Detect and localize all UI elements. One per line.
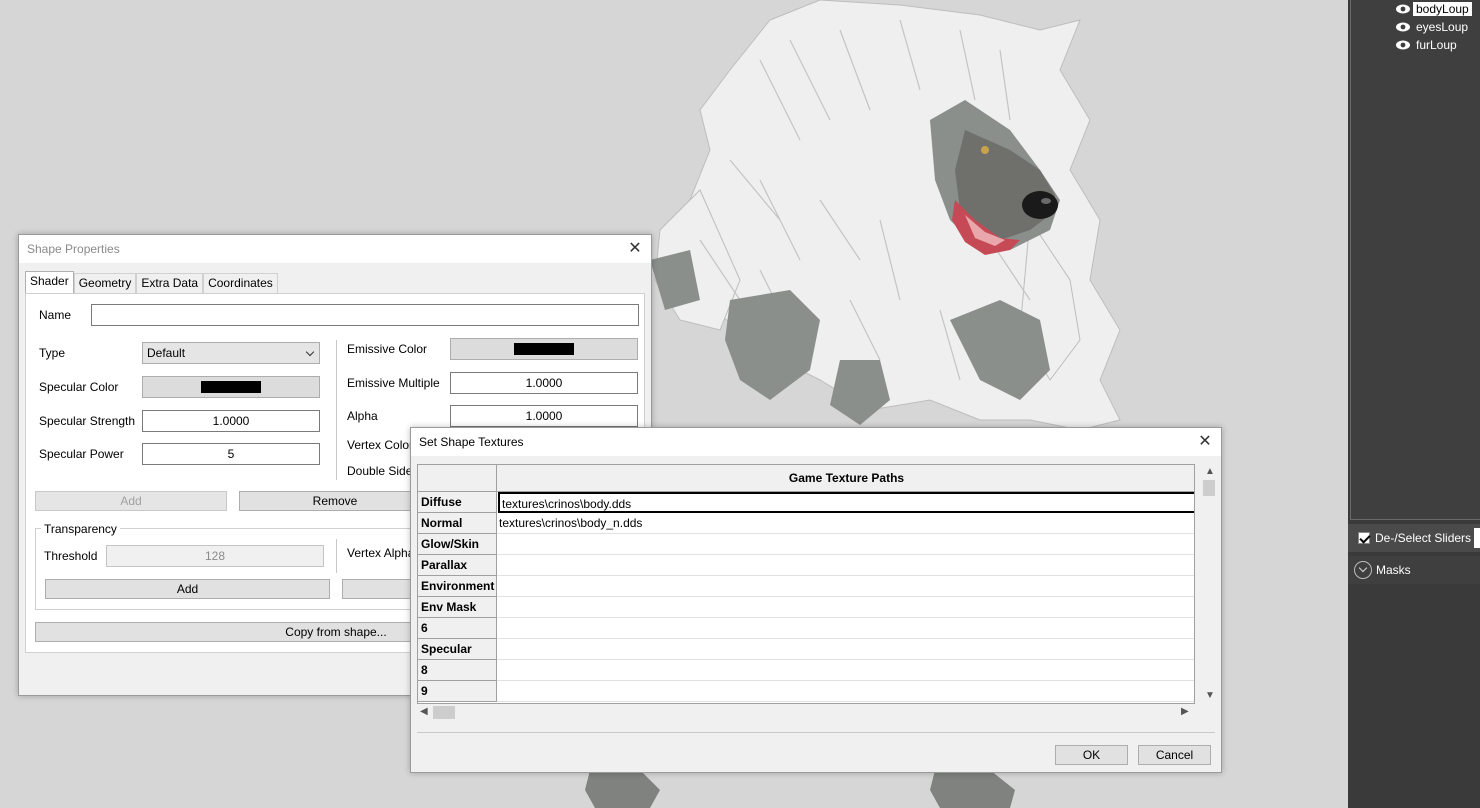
- row-label-9[interactable]: 9: [418, 681, 497, 702]
- type-label: Type: [39, 346, 66, 360]
- scrollbar-thumb[interactable]: [1203, 480, 1215, 496]
- name-input[interactable]: [91, 304, 639, 326]
- close-icon[interactable]: ✕: [625, 239, 645, 259]
- eye-icon[interactable]: [1395, 21, 1411, 33]
- right-side-panel: bodyLoup eyesLoup furLoup De-/Select Sli…: [1348, 0, 1480, 808]
- row-label-normal[interactable]: Normal: [418, 513, 497, 534]
- chevron-down-icon: [305, 347, 315, 357]
- masks-section[interactable]: Masks: [1348, 556, 1480, 584]
- shape-properties-tabs: Shader Geometry Extra Data Coordinates: [25, 271, 278, 293]
- tab-geometry[interactable]: Geometry: [73, 273, 137, 293]
- row-label-8[interactable]: 8: [418, 660, 497, 681]
- dialog-title: Shape Properties: [27, 242, 120, 256]
- dialog-title: Set Shape Textures: [419, 435, 524, 449]
- chevron-down-icon[interactable]: [1354, 561, 1372, 579]
- scroll-up-icon[interactable]: ▲: [1205, 466, 1215, 477]
- specular-color-button[interactable]: [142, 376, 320, 398]
- specular-strength-label: Specular Strength: [39, 414, 136, 428]
- scroll-right-icon[interactable]: ▶: [1181, 706, 1189, 717]
- tree-item-label: eyesLoup: [1416, 19, 1469, 34]
- row-label-env-mask[interactable]: Env Mask: [418, 597, 497, 618]
- texture-cell-glow-skin[interactable]: [497, 534, 1194, 555]
- alpha-input[interactable]: 1.0000: [450, 405, 638, 427]
- row-label-diffuse[interactable]: Diffuse: [418, 492, 497, 513]
- horizontal-scrollbar[interactable]: ◀ ▶: [417, 704, 1195, 721]
- tree-item-furloup[interactable]: furLoup: [1395, 36, 1460, 53]
- scrollbar-thumb[interactable]: [433, 706, 455, 719]
- texture-cell-6[interactable]: [497, 618, 1194, 639]
- texture-paths-grid: Game Texture Paths Diffuse textures\crin…: [417, 464, 1195, 704]
- tree-item-label: furLoup: [1416, 37, 1457, 52]
- tree-item-bodyloup[interactable]: bodyLoup: [1395, 0, 1472, 17]
- specular-power-label: Specular Power: [39, 447, 124, 461]
- row-label-specular[interactable]: Specular: [418, 639, 497, 660]
- emissive-color-label: Emissive Color: [347, 342, 428, 356]
- texture-cell-normal[interactable]: textures\crinos\body_n.dds: [497, 513, 1194, 534]
- eye-icon[interactable]: [1395, 3, 1411, 15]
- texture-cell-8[interactable]: [497, 660, 1194, 681]
- deselect-sliders-checkbox[interactable]: [1358, 532, 1370, 544]
- emissive-color-button[interactable]: [450, 338, 638, 360]
- texture-cell-environment[interactable]: [497, 576, 1194, 597]
- column-divider: [336, 539, 337, 573]
- add-shader-button[interactable]: Add: [35, 491, 227, 511]
- grid-corner[interactable]: [418, 465, 497, 492]
- texture-cell-env-mask[interactable]: [497, 597, 1194, 618]
- deselect-sliders-bar: De-/Select Sliders: [1348, 524, 1480, 552]
- tree-item-label: bodyLoup: [1413, 1, 1472, 16]
- texture-cell-parallax[interactable]: [497, 555, 1194, 576]
- cancel-button[interactable]: Cancel: [1138, 745, 1211, 765]
- button-separator: [417, 732, 1215, 733]
- tree-item-eyesloup[interactable]: eyesLoup: [1395, 18, 1471, 35]
- row-label-6[interactable]: 6: [418, 618, 497, 639]
- add-transparency-button[interactable]: Add: [45, 579, 330, 599]
- set-shape-textures-dialog: Set Shape Textures ✕ Game Texture Paths …: [410, 427, 1222, 773]
- tab-coordinates[interactable]: Coordinates: [203, 273, 278, 293]
- texture-cell-specular[interactable]: [497, 639, 1194, 660]
- ok-button[interactable]: OK: [1055, 745, 1128, 765]
- double-sided-label: Double Sided: [347, 464, 420, 478]
- texture-cell-9[interactable]: [497, 681, 1194, 702]
- specular-strength-input[interactable]: 1.0000: [142, 410, 320, 432]
- type-value: Default: [147, 346, 186, 360]
- specular-color-label: Specular Color: [39, 380, 119, 394]
- emissive-multiple-input[interactable]: 1.0000: [450, 372, 638, 394]
- column-divider: [336, 340, 337, 480]
- emissive-multiple-label: Emissive Multiple: [347, 376, 440, 390]
- shape-tree[interactable]: bodyLoup eyesLoup furLoup: [1350, 0, 1480, 520]
- slider-filter-input[interactable]: [1474, 528, 1480, 548]
- remove-shader-button[interactable]: Remove: [239, 491, 431, 511]
- vertical-scrollbar[interactable]: ▲ ▼: [1201, 464, 1218, 704]
- vertex-colors-label: Vertex Colors: [347, 438, 420, 452]
- threshold-label: Threshold: [44, 549, 98, 563]
- close-icon[interactable]: ✕: [1195, 432, 1215, 452]
- masks-label: Masks: [1376, 563, 1411, 577]
- row-label-environment[interactable]: Environment: [418, 576, 497, 597]
- set-shape-textures-titlebar[interactable]: Set Shape Textures ✕: [411, 428, 1221, 456]
- vertex-alpha-label: Vertex Alpha: [347, 546, 415, 560]
- name-label: Name: [39, 308, 72, 322]
- specular-power-input[interactable]: 5: [142, 443, 320, 465]
- specular-color-swatch: [201, 381, 261, 393]
- eye-icon[interactable]: [1395, 39, 1411, 51]
- threshold-input[interactable]: 128: [106, 545, 324, 567]
- deselect-sliders-label: De-/Select Sliders: [1375, 531, 1472, 545]
- row-label-parallax[interactable]: Parallax: [418, 555, 497, 576]
- tab-shader[interactable]: Shader: [25, 271, 74, 293]
- texture-cell-diffuse[interactable]: textures\crinos\body.dds: [498, 492, 1194, 513]
- tab-extra-data[interactable]: Extra Data: [136, 273, 204, 293]
- scroll-down-icon[interactable]: ▼: [1205, 690, 1215, 701]
- alpha-label: Alpha: [347, 409, 378, 423]
- shape-properties-titlebar[interactable]: Shape Properties ✕: [19, 235, 651, 263]
- type-select[interactable]: Default: [142, 342, 320, 364]
- transparency-label: Transparency: [41, 522, 120, 536]
- row-label-glow-skin[interactable]: Glow/Skin: [418, 534, 497, 555]
- scroll-left-icon[interactable]: ◀: [420, 706, 428, 717]
- emissive-color-swatch: [514, 343, 574, 355]
- column-header[interactable]: Game Texture Paths: [497, 465, 1194, 492]
